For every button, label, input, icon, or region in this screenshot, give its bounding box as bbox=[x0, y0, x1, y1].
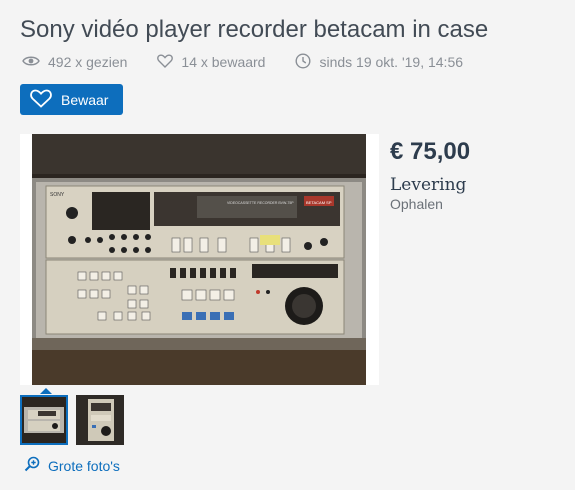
save-button-label: Bewaar bbox=[61, 91, 109, 108]
main-photo-container[interactable]: SONY VIDEOCASSETTE RECORDER BVW-75P BETA… bbox=[20, 134, 379, 385]
main-photo[interactable]: SONY VIDEOCASSETTE RECORDER BVW-75P BETA… bbox=[32, 134, 366, 385]
listing-stats: 492 x gezien 14 x bewaard sinds 19 okt. … bbox=[22, 52, 493, 72]
device-logo: BETACAM SP bbox=[306, 200, 332, 205]
eye-icon bbox=[22, 54, 48, 70]
heart-icon bbox=[157, 53, 181, 71]
device-brand: SONY bbox=[50, 192, 65, 198]
zoom-in-icon bbox=[24, 456, 48, 475]
save-button[interactable]: Bewaar bbox=[20, 84, 123, 115]
price: € 75,00 bbox=[390, 138, 471, 165]
delivery-value: Ophalen bbox=[390, 196, 443, 212]
views-count: 492 x gezien bbox=[48, 54, 128, 70]
large-photos-label: Grote foto's bbox=[48, 457, 120, 474]
saves-stat: 14 x bewaard bbox=[157, 53, 266, 71]
since-stat: sinds 19 okt. '19, 14:56 bbox=[295, 52, 464, 72]
thumbnail-2-image bbox=[76, 395, 124, 445]
thumbnail-1[interactable] bbox=[20, 395, 68, 445]
since-date: sinds 19 okt. '19, 14:56 bbox=[319, 54, 464, 70]
views-stat: 492 x gezien bbox=[22, 54, 127, 70]
thumbnail-2[interactable] bbox=[76, 395, 124, 445]
saves-count: 14 x bewaard bbox=[181, 54, 266, 70]
large-photos-link[interactable]: Grote foto's bbox=[24, 456, 120, 475]
thumbnail-1-image bbox=[22, 397, 66, 443]
heart-icon bbox=[30, 89, 61, 111]
device-model: VIDEOCASSETTE RECORDER BVW-75P bbox=[227, 201, 294, 205]
active-thumbnail-indicator bbox=[40, 388, 52, 394]
listing-title: Sony vidéo player recorder betacam in ca… bbox=[20, 16, 489, 43]
delivery-label: Levering bbox=[390, 175, 467, 195]
clock-icon bbox=[295, 52, 319, 72]
